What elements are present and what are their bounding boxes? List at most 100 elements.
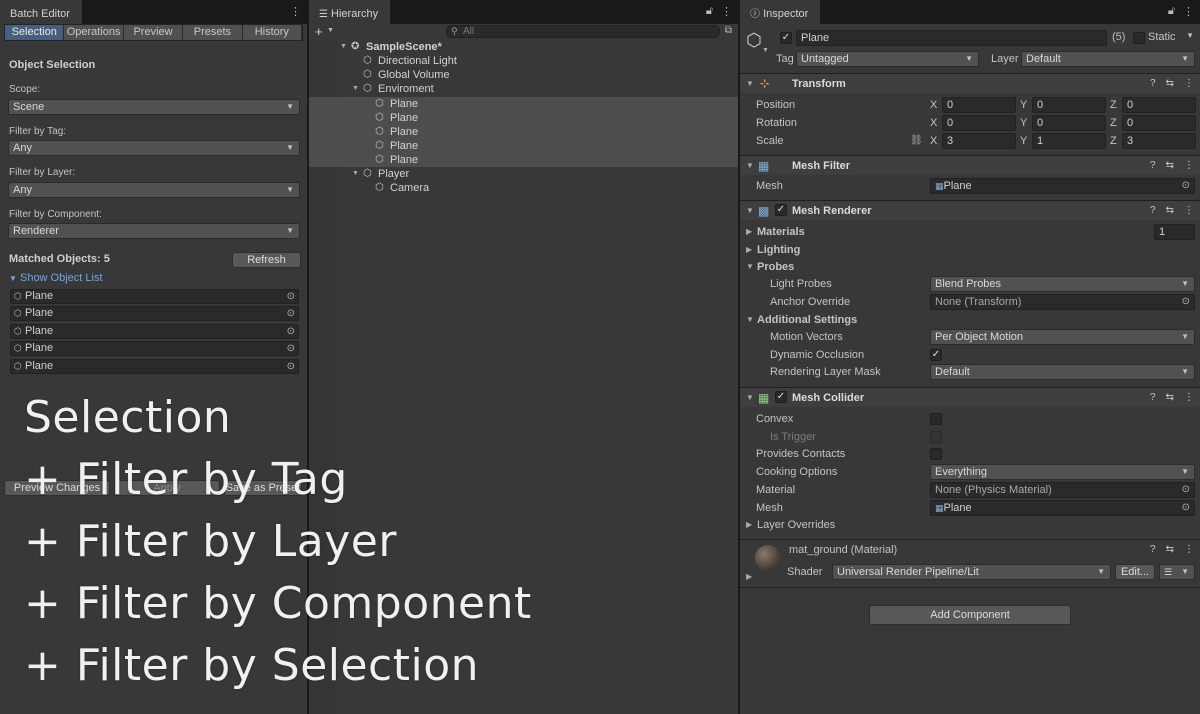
- hierarchy-search-input[interactable]: ⚲ All: [446, 25, 720, 38]
- kebab-menu-icon[interactable]: ⋮: [290, 5, 301, 18]
- hierarchy-item-selected[interactable]: ⬡ Plane: [309, 97, 738, 111]
- subtab-history[interactable]: History: [242, 25, 303, 40]
- hierarchy-item-selected[interactable]: ⬡ Plane: [309, 153, 738, 167]
- preset-icon[interactable]: ⇆: [1166, 201, 1174, 221]
- add-icon[interactable]: +: [315, 24, 323, 39]
- collider-material-field[interactable]: None (Physics Material) ⊙: [930, 482, 1195, 498]
- tab-hierarchy[interactable]: ☰ Hierarchy: [309, 0, 391, 24]
- preset-icon[interactable]: ⇆: [1166, 544, 1174, 555]
- foldout-triangle-icon[interactable]: ▼: [746, 311, 754, 329]
- motion-vectors-dropdown[interactable]: Per Object Motion ▼: [930, 329, 1195, 345]
- preset-icon[interactable]: ⇆: [1166, 74, 1174, 94]
- scale-y-field[interactable]: 1: [1032, 133, 1106, 149]
- edit-shader-button[interactable]: Edit...: [1115, 564, 1155, 580]
- mesh-collider-enabled-checkbox[interactable]: ✓: [775, 391, 787, 403]
- anchor-override-field[interactable]: None (Transform) ⊙: [930, 294, 1195, 310]
- hierarchy-item-selected[interactable]: ⬡ Plane: [309, 139, 738, 153]
- foldout-triangle-icon[interactable]: ▼: [746, 388, 754, 408]
- chevron-down-icon[interactable]: ▼: [762, 47, 769, 54]
- mesh-filter-mesh-field[interactable]: ▦Plane ⊙: [930, 178, 1195, 194]
- materials-count-field[interactable]: 1: [1154, 224, 1195, 240]
- help-icon[interactable]: ?: [1150, 388, 1156, 408]
- object-name-field[interactable]: Plane: [796, 30, 1107, 46]
- light-probes-dropdown[interactable]: Blend Probes ▼: [930, 276, 1195, 292]
- hierarchy-item[interactable]: ⬡ Directional Light: [309, 54, 738, 68]
- convex-checkbox[interactable]: [930, 413, 942, 425]
- rotation-x-field[interactable]: 0: [942, 115, 1016, 131]
- mesh-collider-header[interactable]: ▼ ▦ ✓ Mesh Collider ? ⇆ ⋮: [740, 387, 1200, 407]
- foldout-triangle-icon[interactable]: ▶: [746, 572, 752, 581]
- tag-filter-dropdown[interactable]: Any ▼: [8, 140, 300, 156]
- chevron-down-icon[interactable]: ▼: [1186, 31, 1194, 40]
- preset-icon[interactable]: ⇆: [1166, 388, 1174, 408]
- link-icon[interactable]: ⛓: [910, 132, 923, 150]
- hierarchy-item-selected[interactable]: ⬡ Plane: [309, 125, 738, 139]
- foldout-triangle-icon[interactable]: ▼: [746, 74, 754, 94]
- component-filter-dropdown[interactable]: Renderer ▼: [8, 223, 300, 239]
- help-icon[interactable]: ?: [1150, 74, 1156, 94]
- collider-mesh-field[interactable]: ▦Plane ⊙: [930, 500, 1195, 516]
- tab-batch-editor[interactable]: Batch Editor: [0, 0, 82, 24]
- rotation-z-field[interactable]: 0: [1122, 115, 1196, 131]
- list-item[interactable]: ⬡ Plane ⊙: [10, 324, 299, 339]
- mesh-renderer-header[interactable]: ▼ ▩ ✓ Mesh Renderer ? ⇆ ⋮: [740, 200, 1200, 220]
- scope-dropdown[interactable]: Scene ▼: [8, 99, 300, 115]
- help-icon[interactable]: ?: [1150, 201, 1156, 221]
- kebab-menu-icon[interactable]: ⋮: [1184, 74, 1194, 94]
- kebab-menu-icon[interactable]: ⋮: [1184, 544, 1194, 555]
- probes-row[interactable]: ▼ Probes: [740, 258, 1200, 276]
- foldout-triangle-icon[interactable]: ▼: [746, 201, 754, 221]
- target-icon[interactable]: ⊙: [287, 290, 295, 303]
- position-z-field[interactable]: 0: [1122, 97, 1196, 113]
- static-checkbox[interactable]: [1133, 32, 1145, 44]
- transform-header[interactable]: ▼ ⊹ Transform ? ⇆ ⋮: [740, 73, 1200, 93]
- active-checkbox[interactable]: ✓: [780, 32, 792, 44]
- target-icon[interactable]: ⊙: [287, 360, 295, 373]
- shader-dropdown[interactable]: Universal Render Pipeline/Lit ▼: [832, 564, 1111, 580]
- target-icon[interactable]: ⊙: [1182, 501, 1190, 515]
- kebab-menu-icon[interactable]: ⋮: [1183, 5, 1194, 18]
- lock-icon[interactable]: 🔓︎: [706, 5, 713, 18]
- rendering-layer-dropdown[interactable]: Default ▼: [930, 364, 1195, 380]
- preset-icon[interactable]: ⇆: [1166, 156, 1174, 176]
- target-icon[interactable]: ⊙: [287, 307, 295, 320]
- target-icon[interactable]: ⊙: [1182, 295, 1190, 309]
- position-y-field[interactable]: 0: [1032, 97, 1106, 113]
- foldout-triangle-icon[interactable]: ▼: [746, 258, 754, 276]
- foldout-triangle-icon[interactable]: ▼: [352, 167, 359, 181]
- foldout-triangle-icon[interactable]: ▶: [746, 241, 752, 259]
- provides-contacts-checkbox[interactable]: [930, 448, 942, 460]
- list-item[interactable]: ⬡ Plane ⊙: [10, 359, 299, 374]
- foldout-triangle-icon[interactable]: ▶: [746, 516, 752, 534]
- scene-visibility-icon[interactable]: ⧉: [725, 25, 732, 36]
- foldout-triangle-icon[interactable]: ▼: [746, 156, 754, 176]
- kebab-menu-icon[interactable]: ⋮: [1184, 388, 1194, 408]
- mesh-filter-header[interactable]: ▼ ▦ Mesh Filter ? ⇆ ⋮: [740, 155, 1200, 175]
- position-x-field[interactable]: 0: [942, 97, 1016, 113]
- hierarchy-item[interactable]: ⬡ Global Volume: [309, 68, 738, 82]
- refresh-button[interactable]: Refresh: [232, 252, 301, 268]
- scene-row[interactable]: ▼ ✪ SampleScene*: [309, 40, 738, 54]
- show-object-list-foldout[interactable]: ▼ Show Object List: [9, 272, 103, 284]
- tab-inspector[interactable]: ⓘ Inspector: [740, 0, 821, 24]
- chevron-down-icon[interactable]: ▼: [327, 27, 334, 34]
- subtab-selection[interactable]: Selection: [5, 25, 65, 40]
- list-item[interactable]: ⬡ Plane ⊙: [10, 289, 299, 304]
- layer-filter-dropdown[interactable]: Any ▼: [8, 182, 300, 198]
- tag-dropdown[interactable]: Untagged ▼: [796, 51, 979, 67]
- hierarchy-item-selected[interactable]: ⬡ Plane: [309, 111, 738, 125]
- cooking-options-dropdown[interactable]: Everything ▼: [930, 464, 1195, 480]
- hierarchy-item[interactable]: ▼ ⬡ Enviroment: [309, 82, 738, 96]
- target-icon[interactable]: ⊙: [1182, 483, 1190, 497]
- target-icon[interactable]: ⊙: [287, 342, 295, 355]
- foldout-triangle-icon[interactable]: ▼: [340, 40, 347, 54]
- help-icon[interactable]: ?: [1150, 544, 1156, 555]
- subtab-operations[interactable]: Operations: [64, 25, 124, 40]
- kebab-menu-icon[interactable]: ⋮: [1184, 156, 1194, 176]
- scale-z-field[interactable]: 3: [1122, 133, 1196, 149]
- dynamic-occlusion-checkbox[interactable]: ✓: [930, 349, 942, 361]
- target-icon[interactable]: ⊙: [1182, 179, 1190, 193]
- kebab-menu-icon[interactable]: ⋮: [1184, 201, 1194, 221]
- mesh-renderer-enabled-checkbox[interactable]: ✓: [775, 204, 787, 216]
- rotation-y-field[interactable]: 0: [1032, 115, 1106, 131]
